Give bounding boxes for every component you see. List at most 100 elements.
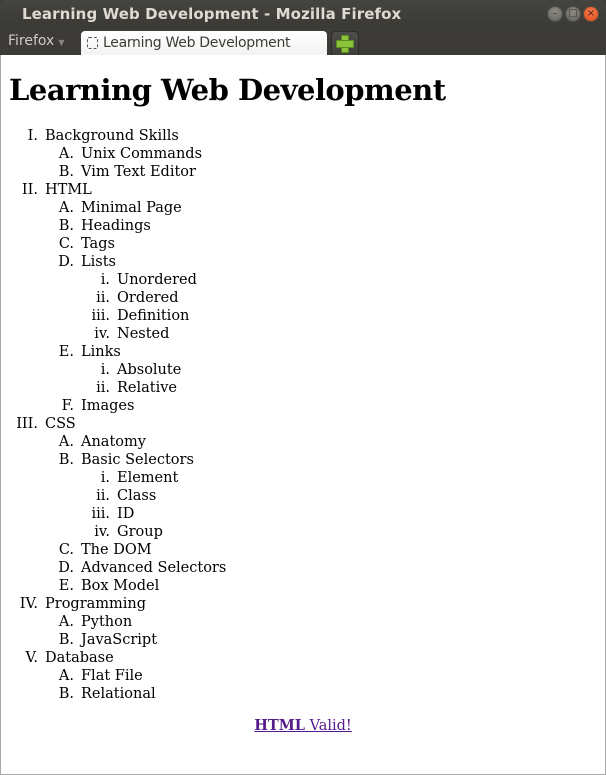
maximize-button[interactable]: □ bbox=[565, 6, 581, 22]
outline-label: Unordered bbox=[117, 272, 197, 288]
title-bar: Learning Web Development - Mozilla Firef… bbox=[0, 0, 606, 28]
outline-item-row: II. HTML bbox=[1, 181, 605, 199]
outline-marker: E. bbox=[58, 344, 74, 360]
page-content: Learning Web Development I. Background Sk… bbox=[0, 55, 606, 775]
outline-marker: i. bbox=[100, 362, 110, 378]
outline-item-row: E. Box Model bbox=[1, 577, 605, 595]
outline-item-row: i. Element bbox=[1, 469, 605, 487]
outline-marker: A. bbox=[58, 200, 74, 216]
outline-marker: C. bbox=[58, 542, 74, 558]
outline-item-row: iii. ID bbox=[1, 505, 605, 523]
outline-marker: A. bbox=[58, 434, 74, 450]
outline-sublist: A. Python B. JavaScript bbox=[1, 613, 605, 649]
outline-item-row: C. Tags bbox=[1, 235, 605, 253]
outline-item: V. Database A. Flat File B. Relational bbox=[1, 649, 605, 703]
outline-list: I. Background Skills A. Unix Commands B. Vim … bbox=[1, 127, 605, 703]
outline-sublist: i. Element ii. Class iii. ID iv. Group bbox=[1, 469, 605, 541]
outline-item: A. Unix Commands bbox=[1, 145, 605, 163]
outline-label: Advanced Selectors bbox=[81, 560, 227, 576]
firefox-menu-label: Firefox bbox=[8, 33, 55, 49]
outline-item-row: A. Anatomy bbox=[1, 433, 605, 451]
outline-marker: B. bbox=[58, 164, 74, 180]
outline-item-row: F. Images bbox=[1, 397, 605, 415]
outline-item-row: ii. Ordered bbox=[1, 289, 605, 307]
outline-sublist: A. Flat File B. Relational bbox=[1, 667, 605, 703]
outline-item: B. Basic Selectors i. Element ii. Class iii. ID… bbox=[1, 451, 605, 541]
outline-sublist: i. Absolute ii. Relative bbox=[1, 361, 605, 397]
tab-label: Learning Web Development bbox=[103, 35, 291, 51]
outline-item-row: E. Links bbox=[1, 343, 605, 361]
outline-item: iii. Definition bbox=[1, 307, 605, 325]
dropdown-arrow-icon: ▼ bbox=[58, 37, 65, 47]
close-button[interactable]: × bbox=[583, 6, 599, 22]
outline-item-row: IV. Programming bbox=[1, 595, 605, 613]
outline-marker: i. bbox=[100, 272, 110, 288]
outline-label: CSS bbox=[45, 416, 76, 432]
outline-item-row: B. Basic Selectors bbox=[1, 451, 605, 469]
outline-label: Relative bbox=[117, 380, 178, 396]
outline-marker: F. bbox=[61, 398, 74, 414]
outline-marker: A. bbox=[58, 614, 74, 630]
outline-marker: ii. bbox=[96, 488, 110, 504]
new-tab-button[interactable] bbox=[331, 31, 359, 55]
outline-marker: D. bbox=[58, 254, 74, 270]
outline-item-row: i. Absolute bbox=[1, 361, 605, 379]
outline-sublist: i. Unordered ii. Ordered iii. Definition iv. Ne… bbox=[1, 271, 605, 343]
outline-label: Absolute bbox=[117, 362, 182, 378]
footer: HTML Valid! bbox=[1, 717, 605, 734]
outline-item: C. The DOM bbox=[1, 541, 605, 559]
outline-item: A. Python bbox=[1, 613, 605, 631]
outline-label: Class bbox=[117, 488, 157, 504]
outline-item: B. JavaScript bbox=[1, 631, 605, 649]
outline-marker: iv. bbox=[94, 524, 110, 540]
outline-item: A. Minimal Page bbox=[1, 199, 605, 217]
outline-sublist: A. Unix Commands B. Vim Text Editor bbox=[1, 145, 605, 181]
tab-bar: Firefox ▼ Learning Web Development bbox=[0, 28, 606, 55]
close-icon: × bbox=[586, 8, 596, 19]
minimize-icon: – bbox=[552, 8, 558, 19]
minimize-button[interactable]: – bbox=[547, 6, 563, 22]
outline-item-row: V. Database bbox=[1, 649, 605, 667]
outline-item-row: C. The DOM bbox=[1, 541, 605, 559]
outline-marker: D. bbox=[58, 560, 74, 576]
window-controls: – □ × bbox=[547, 6, 599, 22]
outline-label: Vim Text Editor bbox=[81, 164, 196, 180]
outline-label: Headings bbox=[81, 218, 151, 234]
outline-label: Box Model bbox=[81, 578, 160, 594]
html-valid-link[interactable]: HTML Valid! bbox=[254, 717, 352, 734]
outline-item: iii. ID bbox=[1, 505, 605, 523]
outline-label: HTML bbox=[45, 182, 92, 198]
outline-marker: A. bbox=[58, 146, 74, 162]
outline-label: Anatomy bbox=[81, 434, 146, 450]
outline-label: Minimal Page bbox=[81, 200, 182, 216]
window-title: Learning Web Development - Mozilla Firef… bbox=[22, 5, 402, 23]
outline-item-row: iv. Nested bbox=[1, 325, 605, 343]
outline-marker: iv. bbox=[94, 326, 110, 342]
outline-item: D. Lists i. Unordered ii. Ordered iii. Definiti… bbox=[1, 253, 605, 343]
firefox-menu-button[interactable]: Firefox ▼ bbox=[8, 33, 65, 49]
outline-marker: B. bbox=[58, 686, 74, 702]
outline-label: Tags bbox=[81, 236, 115, 252]
outline-item: i. Element bbox=[1, 469, 605, 487]
outline-item-row: iv. Group bbox=[1, 523, 605, 541]
outline-label: Element bbox=[117, 470, 179, 486]
outline-item: ii. Ordered bbox=[1, 289, 605, 307]
tab-learning-web-development[interactable]: Learning Web Development bbox=[81, 31, 327, 55]
outline-marker: V. bbox=[25, 650, 38, 666]
outline-item: IV. Programming A. Python B. JavaScript bbox=[1, 595, 605, 649]
outline-label: The DOM bbox=[81, 542, 152, 558]
outline-label: Python bbox=[81, 614, 133, 630]
outline-label: Flat File bbox=[81, 668, 143, 684]
outline-item: iv. Group bbox=[1, 523, 605, 541]
outline-marker: IV. bbox=[19, 596, 38, 612]
outline-marker: A. bbox=[58, 668, 74, 684]
outline-item: ii. Relative bbox=[1, 379, 605, 397]
outline-item: D. Advanced Selectors bbox=[1, 559, 605, 577]
page-title: Learning Web Development bbox=[9, 73, 446, 107]
outline-label: Group bbox=[117, 524, 163, 540]
page-favicon-icon bbox=[87, 37, 98, 49]
outline-item: B. Vim Text Editor bbox=[1, 163, 605, 181]
outline-label: Nested bbox=[117, 326, 170, 342]
outline-item: C. Tags bbox=[1, 235, 605, 253]
outline-item: E. Box Model bbox=[1, 577, 605, 595]
